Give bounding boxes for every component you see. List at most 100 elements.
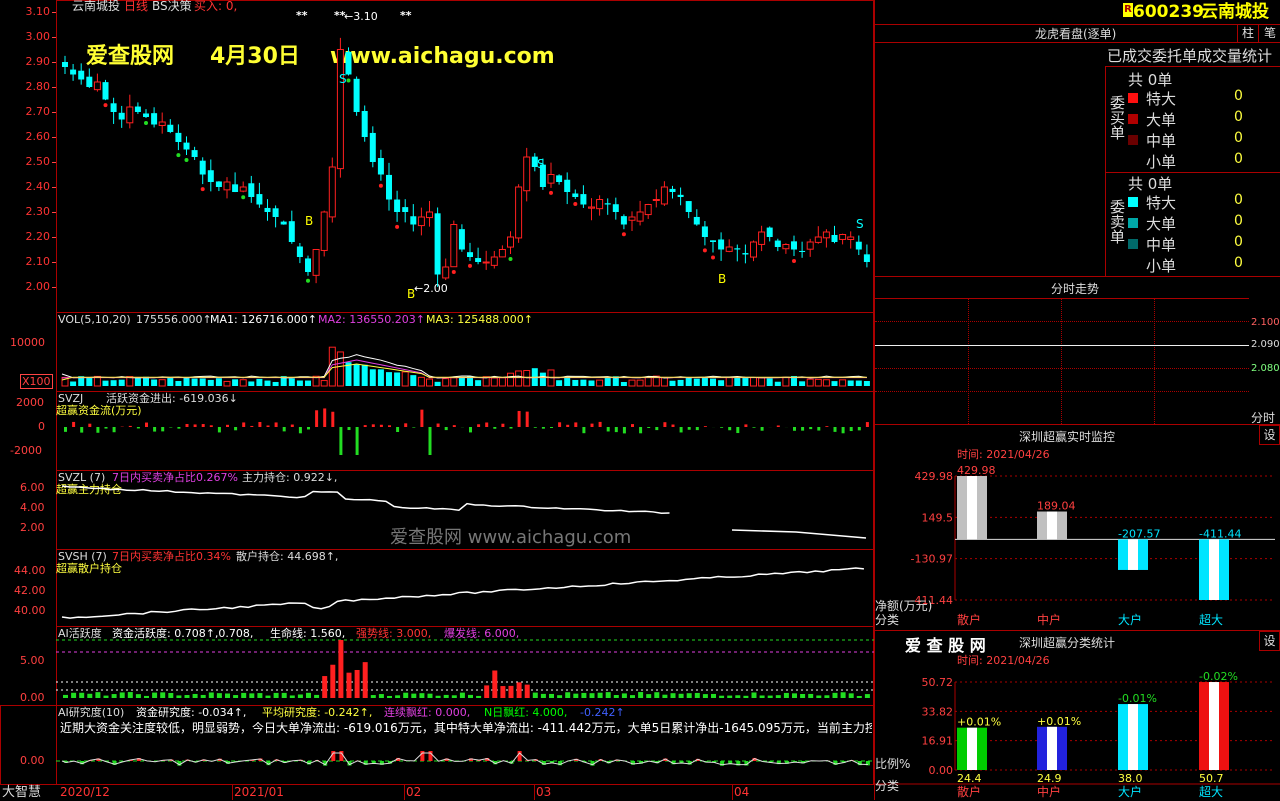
volume-bar [451,378,457,386]
volume-bar [807,379,813,386]
capital-flow-bar [850,427,853,431]
candle-body [864,254,870,262]
signal-dot [379,184,383,188]
activity-bar [808,694,813,698]
capital-flow-bar [582,427,585,433]
activity-bar [557,695,562,698]
capital-flow-bar [210,425,213,427]
activity-bar [95,692,100,698]
sell-row-name: 中单 [1146,234,1176,255]
activity-bar [355,670,360,698]
volume-bar [435,382,441,386]
capital-flow-bar [250,426,253,427]
candle-body [694,217,700,225]
buy-row-name: 小单 [1146,151,1176,172]
pen-mode-button[interactable]: 笔 [1258,24,1280,42]
candle-body [621,216,627,224]
chart-area[interactable]: 云南城投 日线 BS决策 买入: 0, 爱查股网 4月30日 www.aicha… [0,0,874,800]
candle-body [815,237,821,242]
buy-row-name: 特大 [1146,88,1176,109]
activity-bar [654,692,659,698]
candlestick-chart[interactable] [56,0,874,312]
candle-body [702,226,708,237]
ai-research-chart[interactable] [56,705,874,785]
bar-mode-button[interactable]: 柱 [1237,24,1258,42]
volume-bar [767,378,773,386]
activity-bar [128,692,133,698]
monitor-bar-chart[interactable]: 429.98149.5-130.97-411.44429.98散户189.04中… [875,440,1280,630]
candle-body [394,200,400,212]
svzl-line[interactable] [56,470,874,550]
fenshi-panel[interactable]: 分时走势 2.100 2.090 2.080 分时 [875,276,1280,425]
capital-flow-bar [80,427,83,433]
capital-flow-bar [88,424,91,427]
candle-body [281,222,287,225]
capital-flow-bar [323,408,326,427]
candle-body [848,237,854,239]
candle-body [167,125,173,132]
candle-body [256,194,262,204]
svzj-bars[interactable] [56,391,874,471]
activity-bar [833,693,838,698]
sell-group-label: 委卖单 [1105,199,1125,244]
capital-flow-bar [688,427,691,430]
svzl-y: 4.00 [20,501,45,514]
activity-bar [379,694,384,698]
capital-flow-bar [834,427,837,432]
candle-body [564,180,570,192]
candle-body [192,150,198,157]
candle-body [265,208,271,212]
monitor-value-label: -207.57 [1118,527,1160,540]
capital-flow-bar [550,427,553,428]
ai-active-chart[interactable] [56,626,874,706]
candle-body [111,103,117,112]
activity-bar [671,693,676,698]
left-corner-box [0,705,57,785]
volume-bar [726,377,732,386]
activity-bar [760,695,765,698]
capital-flow-bar [283,427,286,431]
activity-bar [282,693,287,698]
stats-value-label: 24.9 [1037,772,1062,785]
activity-bar [136,694,141,698]
activity-bar [298,694,303,698]
capital-flow-bar [736,427,739,433]
capital-flow-bar [177,427,180,429]
activity-bar [727,696,732,698]
volume-bar [799,381,805,386]
activity-bar [217,693,222,698]
capital-flow-bar [542,427,545,429]
monitor-bar-highlight [967,476,977,539]
svsh-line[interactable] [56,549,874,627]
candle-body [289,221,295,242]
candle-body [710,240,716,242]
volume-bar [175,381,181,386]
candle-body [200,161,206,175]
capital-flow-bar [591,424,594,427]
volume-bars[interactable] [56,312,874,392]
stats-change-label: -0.02% [1199,670,1238,683]
buy-row-value: 0 [1234,151,1243,167]
signal-dot [703,248,707,252]
stock-code: 600239 [1133,1,1204,23]
capital-flow-bar [477,424,480,427]
l-buy-color-icon [1128,114,1138,124]
capital-flow-bar [275,422,278,427]
volume-bar [491,378,497,386]
activity-bar [363,662,368,698]
volume-bar [840,380,846,386]
volume-bar [597,380,603,386]
volume-bar [200,378,206,386]
stats-bar-chart[interactable]: 50.7233.8216.910.00+0.01%24.4散户+0.01%24.… [875,646,1280,800]
candle-body [840,235,846,240]
volume-bar [694,379,700,386]
price-tick-label: 2.70 [0,106,50,118]
price-tick-label: 2.80 [0,81,50,93]
activity-bar [695,693,700,698]
capital-flow-bar [793,427,796,431]
activity-bar [63,695,68,698]
activity-bar [492,670,497,698]
capital-flow-bar [153,427,156,432]
candle-body [386,175,392,200]
right-panel: R 600239 云南城投 龙虎看盘(逐单) 柱 笔 已成交委托单成交量统计 委… [874,0,1280,800]
